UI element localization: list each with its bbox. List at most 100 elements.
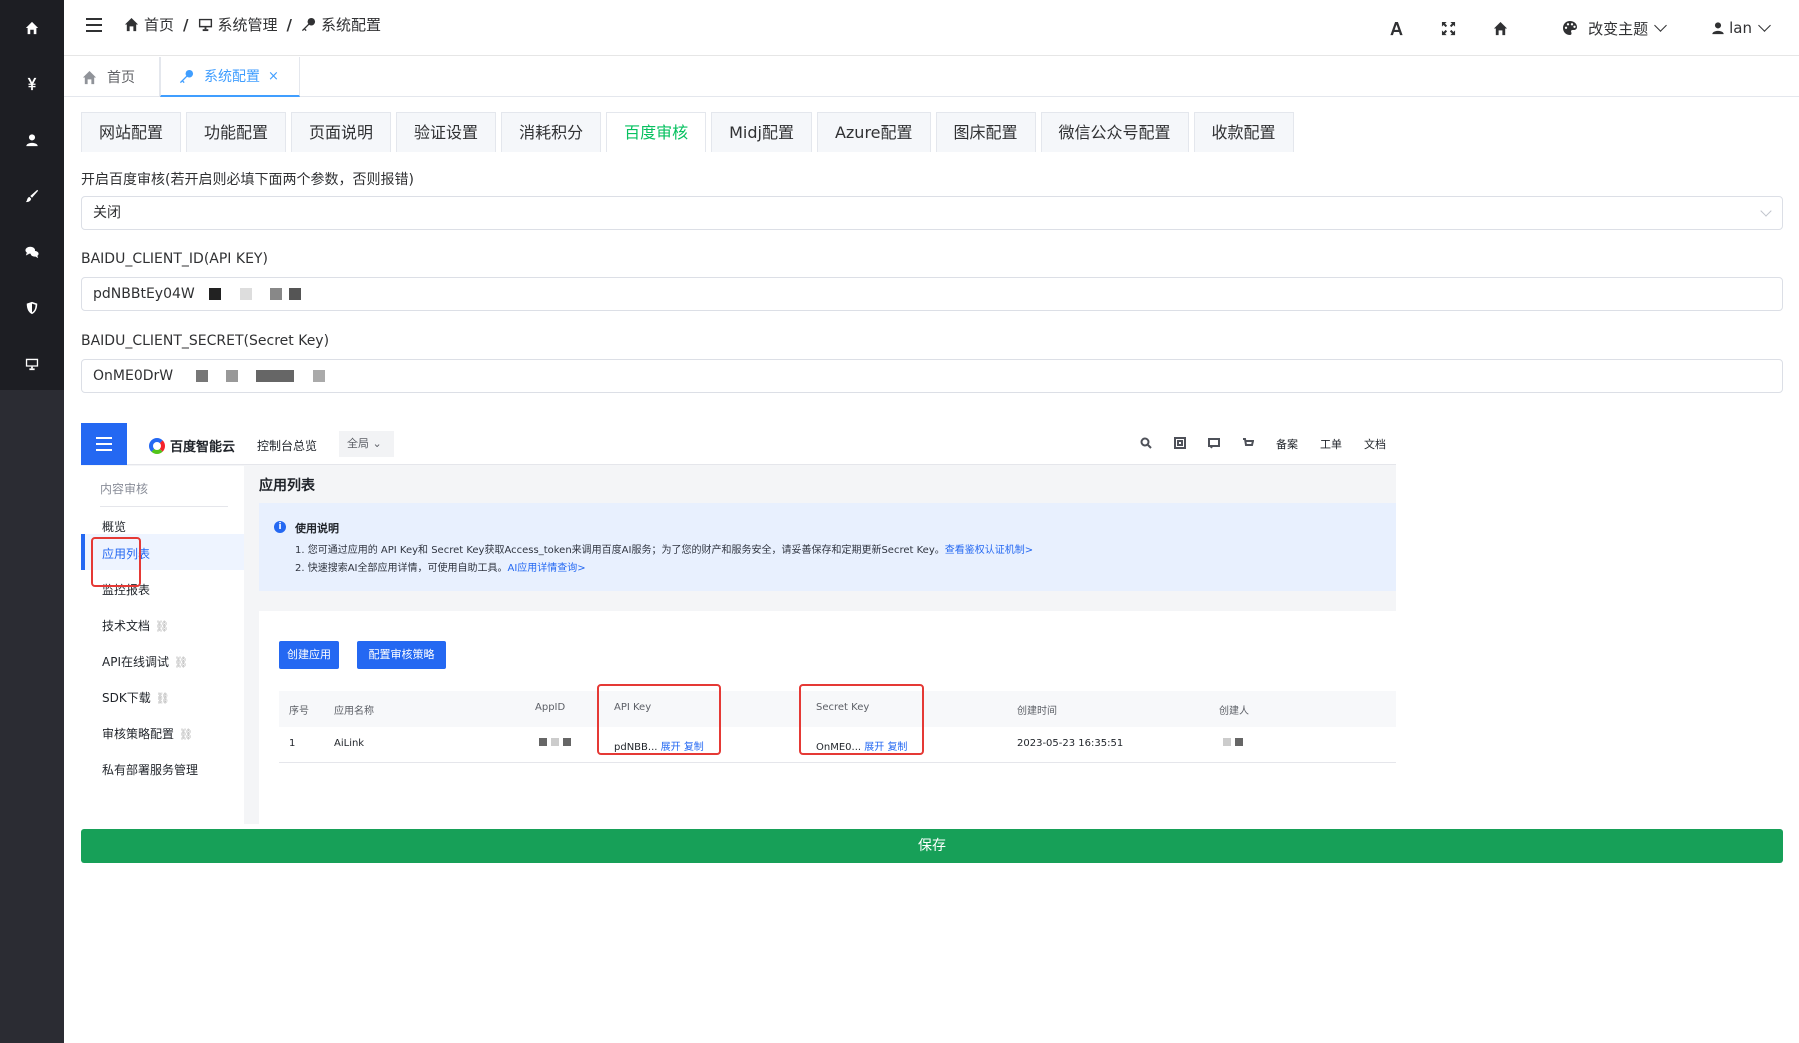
baidu-topbar: 百度智能云 控制台总览 全局 ⌄ 备案 工单 文档 bbox=[81, 423, 1396, 465]
sidebar-item-finance[interactable] bbox=[0, 56, 64, 112]
yen-icon bbox=[27, 77, 37, 91]
breadcrumb-home[interactable]: 首页 bbox=[124, 14, 174, 35]
baidu-side-item: 概览 bbox=[102, 520, 127, 534]
tab-site-config[interactable]: 网站配置 bbox=[81, 112, 182, 152]
redaction-block bbox=[288, 288, 301, 300]
col-index: 序号 bbox=[289, 706, 309, 717]
tab-image-host[interactable]: 图床配置 bbox=[935, 112, 1036, 152]
row-app-name: AiLink bbox=[334, 738, 365, 749]
tab-page-desc[interactable]: 页面说明 bbox=[291, 112, 392, 152]
link-icon: ⛓ bbox=[174, 656, 188, 669]
chevron-down-icon bbox=[1760, 205, 1772, 217]
sidebar-item-home[interactable] bbox=[0, 0, 64, 56]
home-icon bbox=[25, 21, 39, 35]
top-header: 首页 / 系统管理 / 系统配置 改变主题 lan bbox=[64, 0, 1799, 56]
redaction-block bbox=[195, 370, 208, 382]
baidu-cloud-icon bbox=[149, 437, 165, 454]
tab-feature-config[interactable]: 功能配置 bbox=[186, 112, 287, 152]
tab-azure-config[interactable]: Azure配置 bbox=[816, 112, 931, 152]
tab-points[interactable]: 消耗积分 bbox=[501, 112, 602, 152]
row-creator-redacted bbox=[1223, 738, 1247, 749]
baidu-link-ticket: 工单 bbox=[1320, 438, 1342, 451]
tab-verify-settings[interactable]: 验证设置 bbox=[396, 112, 497, 152]
highlight-box bbox=[799, 684, 924, 755]
fullscreen-button[interactable] bbox=[1422, 21, 1474, 36]
sidebar-item-draw[interactable] bbox=[0, 168, 64, 224]
baidu-side-item-label: 技术文档 bbox=[102, 619, 151, 633]
sidebar-empty-area bbox=[0, 390, 64, 1043]
tab-baidu-review[interactable]: 百度审核 bbox=[606, 112, 707, 152]
redaction-block bbox=[209, 288, 222, 300]
highlight-box bbox=[597, 684, 721, 755]
search-icon bbox=[1140, 437, 1152, 452]
enable-select-value: 关闭 bbox=[93, 205, 121, 221]
config-tabs: 网站配置 功能配置 页面说明 验证设置 消耗积分 百度审核 Midj配置 Azu… bbox=[81, 112, 1299, 152]
sidebar-item-security[interactable] bbox=[0, 280, 64, 336]
baidu-side-active-bar bbox=[81, 534, 85, 570]
client-secret-input[interactable]: OnME0DrW bbox=[81, 359, 1783, 393]
client-id-value: pdNBBtEy04W bbox=[93, 286, 195, 302]
notice-link-2: AI应用详情查询> bbox=[507, 563, 586, 574]
breadcrumb-system-label: 系统管理 bbox=[217, 16, 278, 34]
baidu-main-title: 应用列表 bbox=[259, 478, 315, 494]
close-icon[interactable]: × bbox=[268, 69, 279, 84]
header-actions: 改变主题 lan bbox=[1370, 0, 1799, 56]
user-icon bbox=[1712, 22, 1724, 35]
baidu-side-item-label: SDK下载 bbox=[102, 691, 151, 705]
menu-toggle-icon[interactable] bbox=[86, 18, 102, 34]
brush-icon bbox=[25, 189, 39, 203]
breadcrumb-config: 系统配置 bbox=[301, 14, 381, 35]
notice-line-1: 1. 您可通过应用的 API Key和 Secret Key获取Access_t… bbox=[295, 541, 1033, 556]
home-icon bbox=[124, 17, 139, 32]
baidu-side-item: 私有部署服务管理 bbox=[102, 763, 199, 777]
divider bbox=[100, 506, 228, 507]
sidebar-item-system[interactable] bbox=[0, 336, 64, 392]
tab-wechat-config[interactable]: 微信公众号配置 bbox=[1040, 112, 1189, 152]
tag-home-label: 首页 bbox=[107, 70, 135, 86]
baidu-logo: 百度智能云 bbox=[149, 436, 235, 455]
col-name: 应用名称 bbox=[334, 706, 374, 717]
tag-home[interactable]: 首页 bbox=[64, 57, 160, 97]
col-appid: AppID bbox=[535, 702, 566, 713]
baidu-menu-icon bbox=[81, 423, 127, 465]
user-name: lan bbox=[1729, 19, 1752, 37]
save-button[interactable]: 保存 bbox=[81, 829, 1783, 863]
baidu-notice: i 使用说明 1. 您可通过应用的 API Key和 Secret Key获取A… bbox=[259, 503, 1396, 591]
client-id-input[interactable]: pdNBBtEy04W bbox=[81, 277, 1783, 311]
theme-label: 改变主题 bbox=[1588, 19, 1649, 38]
breadcrumb-separator: / bbox=[183, 15, 189, 34]
col-created: 创建时间 bbox=[1017, 706, 1057, 717]
baidu-link-docs: 文档 bbox=[1364, 438, 1386, 451]
tab-payment-config[interactable]: 收款配置 bbox=[1193, 112, 1294, 152]
chevron-down-icon bbox=[1654, 19, 1667, 32]
redaction-block bbox=[226, 370, 239, 382]
notice-title: 使用说明 bbox=[295, 522, 339, 535]
enable-select[interactable]: 关闭 bbox=[81, 196, 1783, 230]
user-menu[interactable]: lan bbox=[1711, 19, 1771, 37]
baidu-side-item: 审核策略配置 ⛓ bbox=[102, 725, 193, 742]
tab-midj-config[interactable]: Midj配置 bbox=[711, 112, 812, 152]
font-size-button[interactable] bbox=[1370, 21, 1422, 36]
sidebar-item-chat[interactable] bbox=[0, 224, 64, 280]
tag-system-config-label: 系统配置 bbox=[204, 69, 260, 85]
home-icon bbox=[1493, 21, 1507, 35]
notice-line-1-text: 1. 您可通过应用的 API Key和 Secret Key获取Access_t… bbox=[295, 545, 945, 556]
client-id-label: BAIDU_CLIENT_ID(API KEY) bbox=[81, 251, 268, 267]
redaction-block bbox=[312, 370, 325, 382]
link-icon: ⛓ bbox=[155, 692, 170, 705]
baidu-review-form: 开启百度审核(若开启则必填下面两个参数，否则报错) 关闭 BAIDU_CLIEN… bbox=[81, 168, 1783, 393]
app-root: 首页 / 系统管理 / 系统配置 改变主题 lan 首页 系统配置 × 网站配置… bbox=[0, 0, 1799, 1043]
cart-icon bbox=[1242, 437, 1255, 452]
tag-system-config[interactable]: 系统配置 × bbox=[160, 57, 300, 97]
font-icon bbox=[1390, 21, 1403, 35]
baidu-console-screenshot: 百度智能云 控制台总览 全局 ⌄ 备案 工单 文档 内容审核 概览 应用列表 监… bbox=[81, 423, 1396, 824]
sidebar bbox=[0, 0, 64, 1043]
sidebar-item-user[interactable] bbox=[0, 112, 64, 168]
notice-link-1: 查看鉴权认证机制> bbox=[944, 545, 1034, 556]
client-secret-label: BAIDU_CLIENT_SECRET(Secret Key) bbox=[81, 333, 330, 349]
theme-dropdown[interactable]: 改变主题 bbox=[1562, 18, 1667, 39]
breadcrumb-system[interactable]: 系统管理 bbox=[198, 14, 278, 35]
key-icon bbox=[179, 69, 194, 83]
home-button[interactable] bbox=[1474, 21, 1526, 36]
baidu-region-value: 全局 bbox=[347, 437, 369, 450]
